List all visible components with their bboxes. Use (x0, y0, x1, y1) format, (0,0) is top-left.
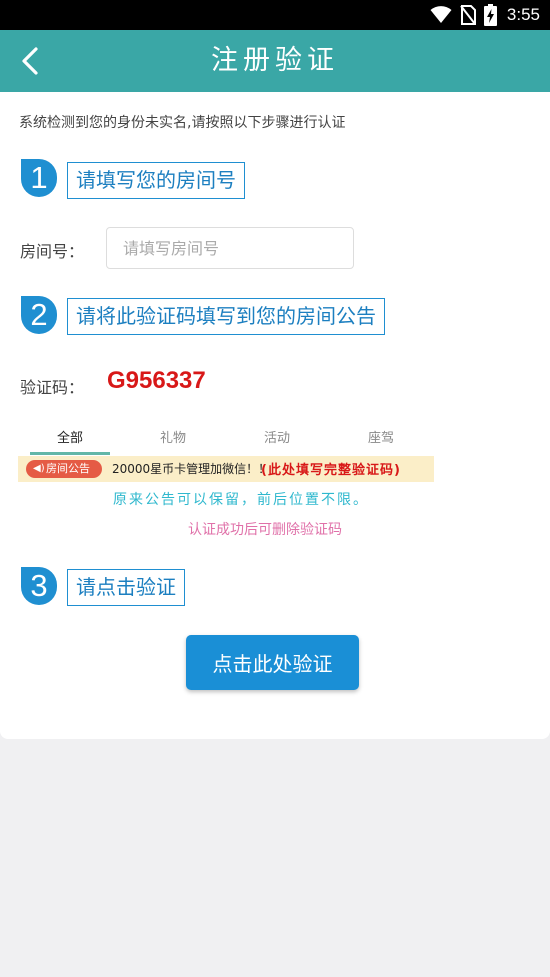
verify-button[interactable]: 点击此处验证 (186, 635, 359, 690)
status-icons: 3:55 (430, 4, 540, 26)
notice-badge-label: 房间公告 (46, 462, 90, 475)
wifi-icon (430, 6, 452, 23)
app-bar: 注册验证 (0, 30, 550, 92)
intro-text: 系统检测到您的身份未实名,请按照以下步骤进行认证 (19, 115, 346, 131)
status-bar: 3:55 (0, 0, 550, 30)
step-1-title: 请填写您的房间号 (67, 162, 245, 199)
battery-charging-icon (483, 4, 497, 26)
example-tabs: 全部 礼物 活动 座驾 (18, 417, 436, 455)
hint-delete-code: 认证成功后可删除验证码 (188, 522, 342, 538)
room-number-input[interactable] (106, 227, 354, 269)
step-1-badge: 1 (21, 159, 57, 197)
room-number-label: 房间号： (20, 242, 85, 261)
notice-badge: ◀) 房间公告 (26, 460, 102, 478)
no-sim-icon (460, 5, 476, 25)
verification-card: 系统检测到您的身份未实名,请按照以下步骤进行认证 1 请填写您的房间号 房间号：… (0, 92, 550, 739)
verification-code: G956337 (107, 367, 206, 394)
step-2-title: 请将此验证码填写到您的房间公告 (67, 298, 385, 335)
example-notice-bar: ◀) 房间公告 20000星币卡管理加微信！！ (此处填写完整验证码) (18, 456, 434, 482)
page-title: 注册验证 (211, 45, 339, 76)
example-tab-activity: 活动 (263, 431, 290, 446)
step-3-title: 请点击验证 (67, 569, 185, 606)
example-tab-mounts: 座驾 (367, 431, 394, 446)
notice-code-placeholder: (此处填写完整验证码) (261, 463, 401, 478)
step-2-badge: 2 (21, 296, 57, 334)
announcement-example: 全部 礼物 活动 座驾 ◀) 房间公告 20000星币卡管理加微信！！ (此处填… (18, 417, 436, 538)
step-3-badge: 3 (21, 567, 57, 605)
hint-keep-announcement: 原来公告可以保留，前后位置不限。 (113, 492, 369, 508)
code-label: 验证码： (20, 378, 85, 397)
step-2-number: 2 (30, 297, 48, 332)
speaker-icon: ◀) (33, 463, 45, 474)
status-time: 3:55 (506, 5, 540, 24)
notice-text: 20000星币卡管理加微信！！ (112, 462, 271, 476)
step-3-number: 3 (30, 568, 48, 603)
example-tab-gifts: 礼物 (159, 431, 186, 446)
example-tab-indicator (30, 452, 110, 455)
chevron-left-icon (22, 47, 38, 75)
back-button[interactable] (10, 40, 50, 82)
step-1-number: 1 (30, 160, 48, 195)
example-tab-all: 全部 (56, 431, 83, 446)
